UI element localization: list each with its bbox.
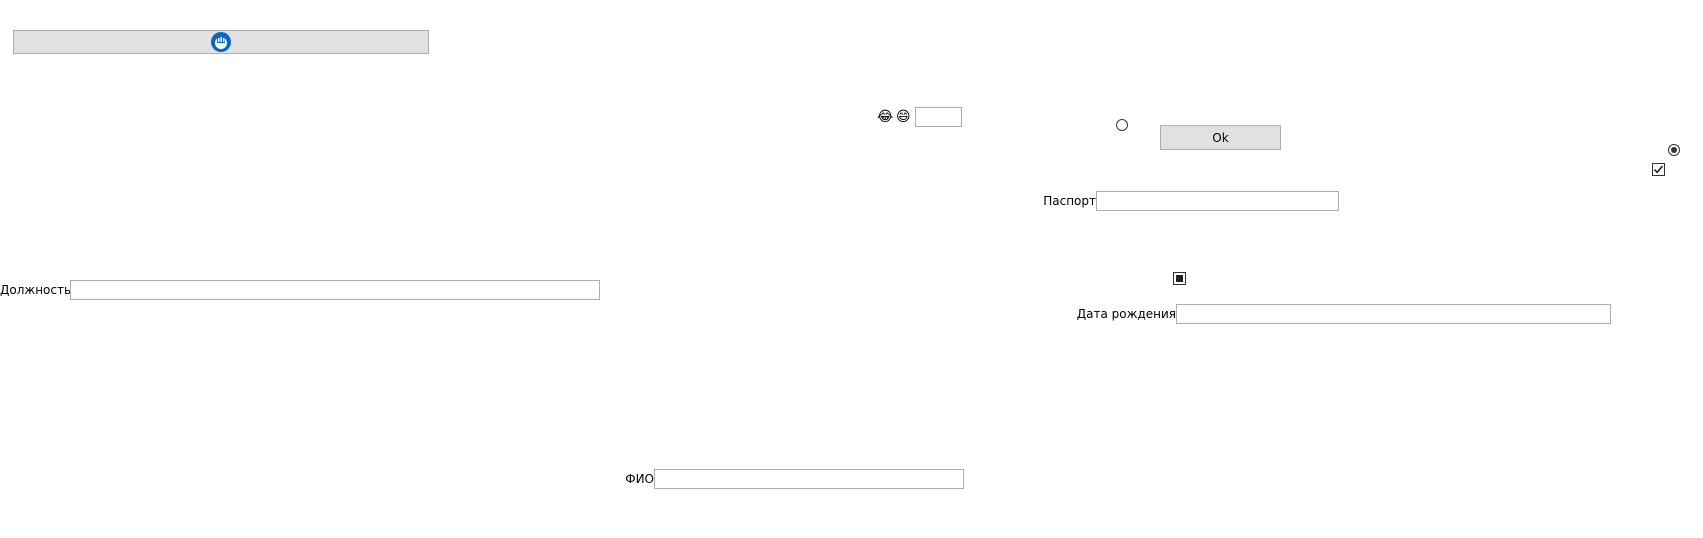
- passport-label: Паспорт: [1043, 194, 1096, 208]
- full-name-label: ФИО: [625, 472, 654, 486]
- small-text-input[interactable]: [915, 107, 962, 127]
- top-icon-button[interactable]: [13, 30, 429, 54]
- radio-dot: [1671, 147, 1677, 153]
- indeterminate-fill: [1176, 275, 1183, 282]
- ok-button-label: Ok: [1212, 130, 1229, 145]
- smiling-emoji-icon: 😄: [896, 109, 911, 125]
- radio-button-checked[interactable]: [1668, 144, 1680, 156]
- birth-date-label: Дата рождения: [1076, 307, 1176, 321]
- birth-date-input[interactable]: [1176, 304, 1611, 324]
- position-input[interactable]: [70, 280, 600, 300]
- checkmark-icon: [1653, 165, 1664, 174]
- passport-input[interactable]: [1096, 191, 1339, 211]
- position-label: Должность: [0, 283, 72, 297]
- laughing-emoji-icon: 😂: [877, 109, 894, 125]
- checkbox-checked[interactable]: [1652, 163, 1665, 176]
- radio-button-unchecked[interactable]: [1116, 119, 1128, 131]
- ok-button[interactable]: Ok: [1160, 125, 1281, 150]
- checkbox-indeterminate[interactable]: [1173, 272, 1186, 285]
- full-name-input[interactable]: [654, 469, 964, 489]
- circular-logo-icon: [210, 31, 232, 53]
